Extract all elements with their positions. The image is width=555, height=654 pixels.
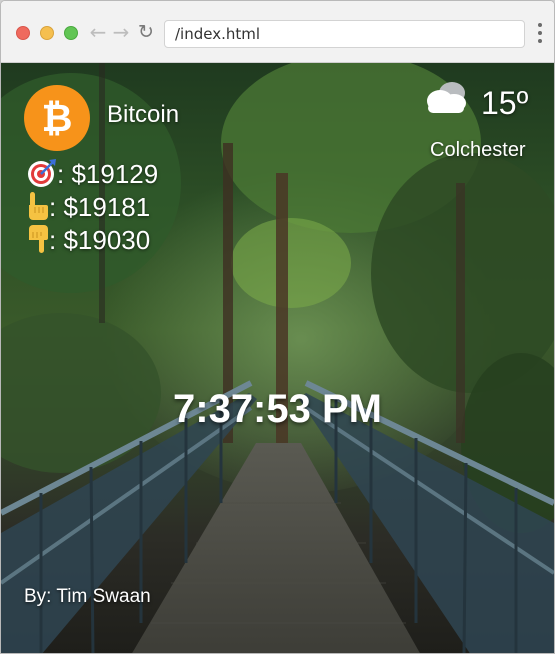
high-price: : $19181	[49, 192, 151, 222]
coin-name: Bitcoin	[107, 101, 180, 128]
close-window-button[interactable]	[16, 26, 30, 40]
reload-icon[interactable]: ↻	[136, 19, 156, 45]
low-price: : $19030	[49, 225, 151, 255]
minimize-window-button[interactable]	[40, 26, 54, 40]
author-credit: By: Tim Swaan	[24, 586, 151, 607]
forward-arrow-icon[interactable]: →	[111, 19, 131, 45]
browser-toolbar: ← → ↻ /index.html	[1, 1, 554, 63]
bitcoin-icon: ₿	[24, 85, 90, 151]
svg-text:₿: ₿	[42, 96, 73, 140]
browser-window: ← → ↻ /index.html ₿ Bitcoin: $19129: $…	[0, 0, 555, 654]
cloudy-icon	[427, 82, 466, 113]
high-price-row: : $19181	[27, 191, 150, 223]
pointing-down-icon	[29, 225, 48, 253]
clock-time: 7:37:53 PM	[173, 387, 382, 431]
low-price-row: : $19030	[27, 224, 150, 256]
target-icon	[28, 159, 56, 187]
back-arrow-icon[interactable]: ←	[88, 19, 108, 45]
pointing-up-icon	[29, 192, 48, 220]
current-price: : $19129	[57, 159, 159, 189]
current-price-row: : $19129	[27, 158, 158, 190]
maximize-window-button[interactable]	[64, 26, 78, 40]
browser-menu-icon[interactable]	[534, 20, 546, 46]
weather-city: Colchester	[430, 139, 526, 161]
temperature: 15º	[481, 85, 529, 121]
address-bar[interactable]: /index.html	[164, 20, 525, 48]
page-viewport: ₿ Bitcoin : $19129 : $19181: $19030 15º…	[1, 63, 554, 653]
